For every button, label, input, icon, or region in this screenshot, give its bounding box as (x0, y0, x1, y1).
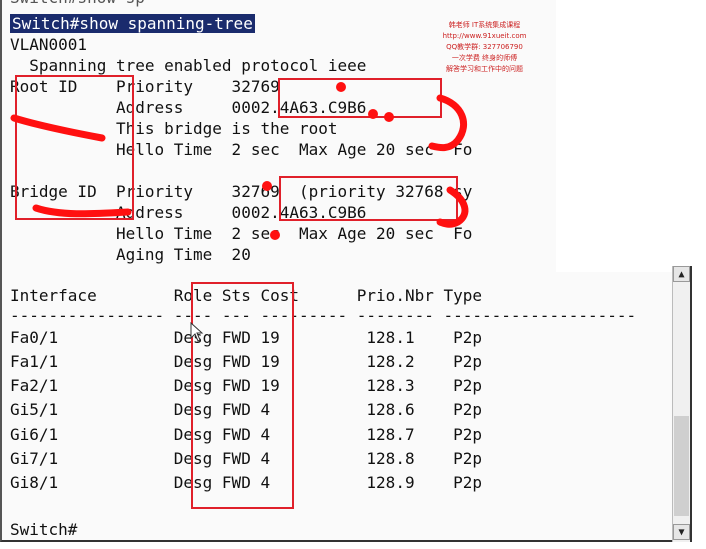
annotation-dot (336, 82, 346, 92)
annotation-dot (368, 109, 378, 119)
bridge-values-annotation-box (279, 176, 458, 221)
vlan-label: VLAN0001 (10, 35, 88, 54)
scrolled-command-line: Switch#show sp (10, 0, 145, 8)
vertical-scrollbar[interactable]: ▲ ▼ (672, 266, 690, 542)
scroll-up-arrow-icon[interactable]: ▲ (673, 266, 690, 282)
annotation-dot (384, 112, 394, 122)
terminal-window-bottom: Interface Role Sts Cost Prio.Nbr Type --… (0, 272, 690, 542)
root-bridge-id-annotation-box (15, 75, 134, 220)
command-line: Switch#show spanning-tree (10, 14, 255, 34)
scroll-down-arrow-icon[interactable]: ▼ (673, 524, 690, 540)
annotation-dot (270, 230, 280, 240)
bridge-aging-time-line: Aging Time 20 (10, 245, 251, 264)
mouse-cursor-icon (190, 322, 204, 342)
command-highlight: Switch#show spanning-tree (10, 14, 255, 33)
watermark-stamp: 韩老师 IT系统集成课程 http://www.91xueit.com QQ教学… (442, 21, 527, 73)
window-frame-edge (690, 266, 692, 542)
scrollbar-thumb[interactable] (674, 416, 689, 516)
protocol-line: Spanning tree enabled protocol ieee (10, 56, 367, 75)
interface-table-divider: ---------------- ---- --- --------- ----… (10, 306, 637, 325)
role-status-annotation-box (191, 282, 294, 509)
terminal-prompt[interactable]: Switch# (10, 520, 77, 540)
bridge-hello-time-line: Hello Time 2 sec Max Age 20 sec Fo (10, 224, 473, 243)
annotation-dot (262, 181, 272, 191)
root-values-annotation-box (278, 78, 442, 118)
